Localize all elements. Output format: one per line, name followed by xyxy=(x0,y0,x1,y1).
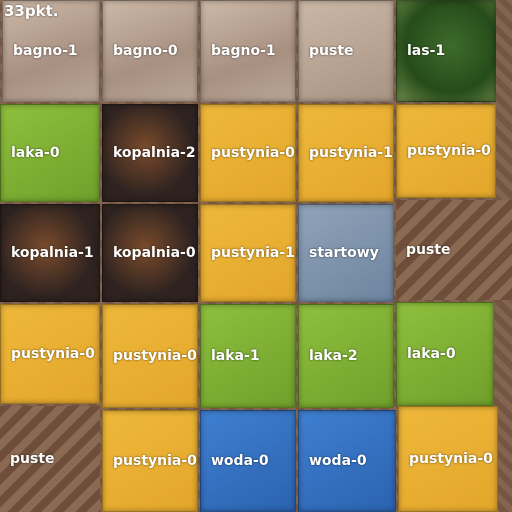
tile-label: kopalnia-0 xyxy=(113,245,196,261)
tile: laka-0 xyxy=(0,104,100,202)
tile: kopalnia-0 xyxy=(102,204,198,302)
tile: kopalnia-2 xyxy=(102,104,198,202)
tile: pustynia-0 xyxy=(102,410,198,512)
tile: puste xyxy=(298,0,394,102)
tile-label: bagno-0 xyxy=(113,43,178,59)
tile-label: pustynia-0 xyxy=(11,346,95,362)
tile-label: bagno-1 xyxy=(13,43,78,59)
tile-label: puste xyxy=(309,43,354,59)
tile: puste xyxy=(0,406,100,512)
tile-label: pustynia-0 xyxy=(113,453,197,469)
score-text: 33pkt. xyxy=(4,2,59,20)
tile-label: puste xyxy=(406,242,451,258)
tile-label: woda-0 xyxy=(211,453,269,469)
tile: pustynia-0 xyxy=(396,104,496,198)
tile: laka-0 xyxy=(396,302,494,406)
tile-label: pustynia-0 xyxy=(211,145,295,161)
tile: bagno-0 xyxy=(102,0,198,102)
tile: bagno-1 xyxy=(200,0,296,102)
tile-label: pustynia-0 xyxy=(407,143,491,159)
tile-label: pustynia-0 xyxy=(409,451,493,467)
tile: las-1 xyxy=(396,0,496,102)
tile-label: pustynia-1 xyxy=(309,145,393,161)
tile-label: kopalnia-2 xyxy=(113,145,196,161)
tile: pustynia-0 xyxy=(398,406,498,512)
tile-label: woda-0 xyxy=(309,453,367,469)
tile: puste xyxy=(396,200,512,300)
tile: pustynia-1 xyxy=(200,204,296,302)
tile: kopalnia-1 xyxy=(0,204,100,302)
tile-label: laka-2 xyxy=(309,348,358,364)
tile: pustynia-0 xyxy=(0,304,100,404)
tile-label: pustynia-1 xyxy=(211,245,295,261)
tile: startowy xyxy=(298,204,394,302)
tile-label: laka-0 xyxy=(407,346,456,362)
tile-label: kopalnia-1 xyxy=(11,245,94,261)
tile-label: laka-0 xyxy=(11,145,60,161)
tile-label: pustynia-0 xyxy=(113,348,197,364)
tile: woda-0 xyxy=(200,410,296,512)
board: bagno-1 bagno-0 bagno-1 puste las-1 laka… xyxy=(0,0,512,512)
tile-label: laka-1 xyxy=(211,348,260,364)
tile: pustynia-0 xyxy=(102,304,198,408)
tile-label: puste xyxy=(10,451,55,467)
tile: pustynia-0 xyxy=(200,104,296,202)
tile: laka-1 xyxy=(200,304,296,408)
tile-label: las-1 xyxy=(407,43,446,59)
tile: pustynia-1 xyxy=(298,104,394,202)
tile: laka-2 xyxy=(298,304,394,408)
tile-label: startowy xyxy=(309,245,379,261)
tile: woda-0 xyxy=(298,410,396,512)
tile-label: bagno-1 xyxy=(211,43,276,59)
